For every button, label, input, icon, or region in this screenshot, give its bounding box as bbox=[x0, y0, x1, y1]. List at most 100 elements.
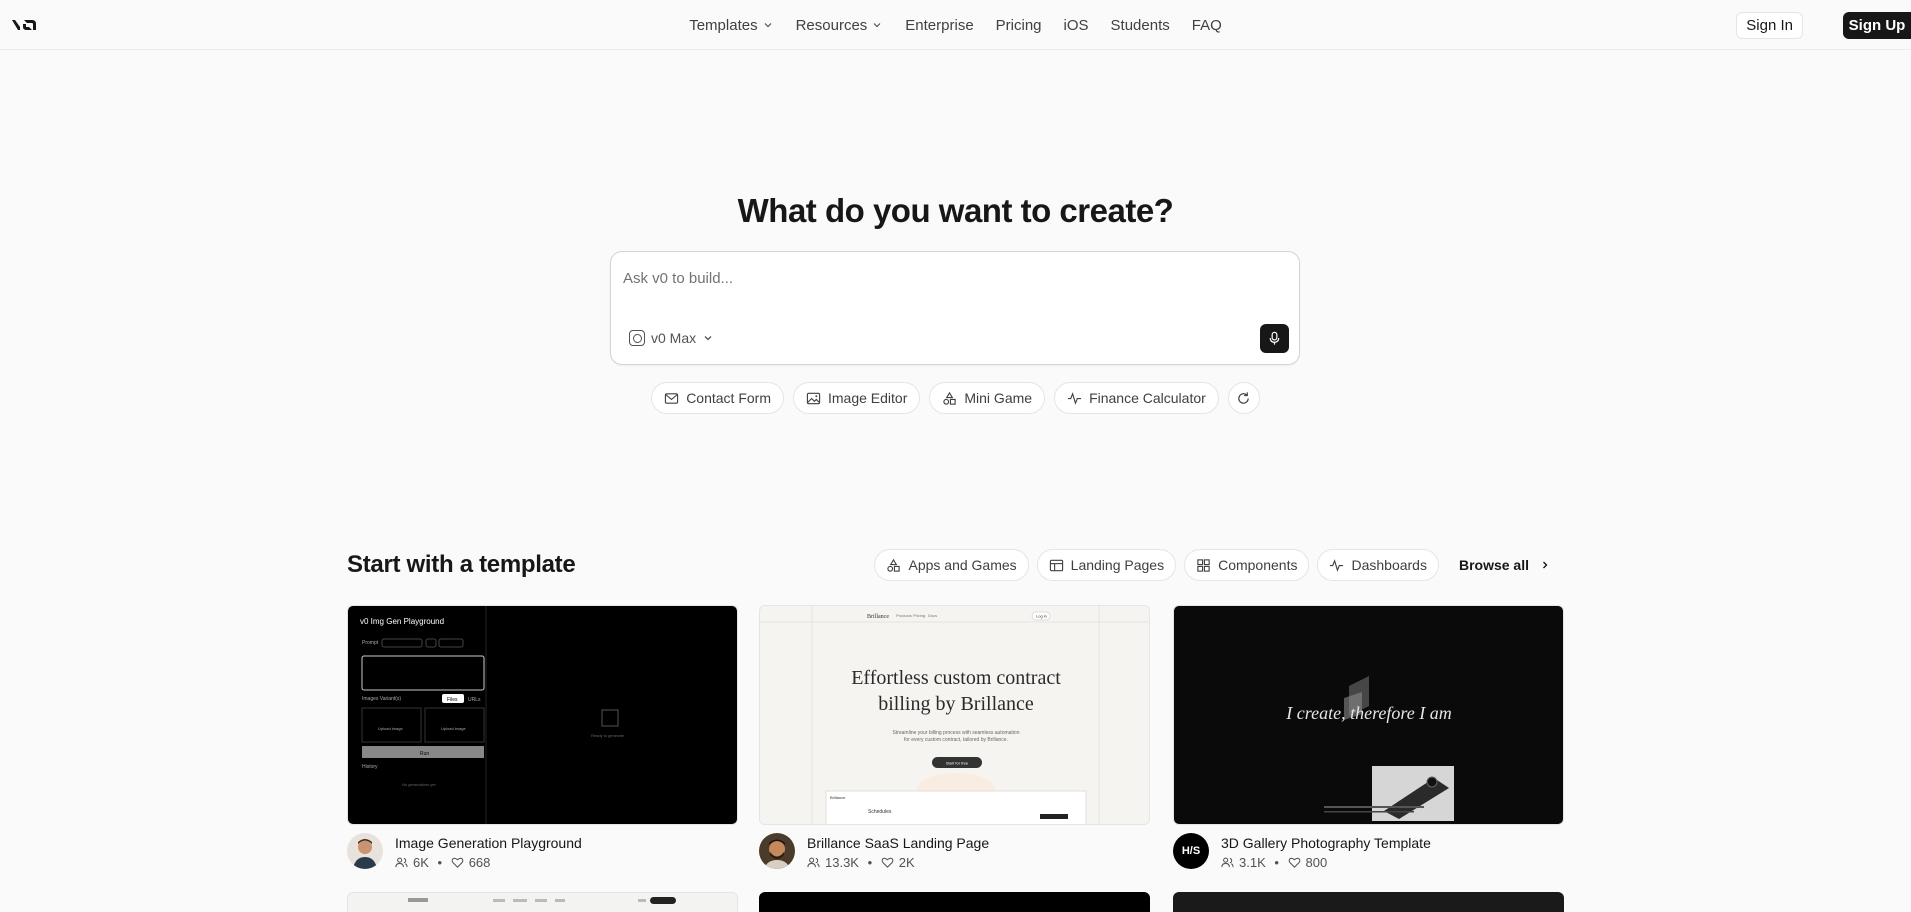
suggestion-image-editor[interactable]: Image Editor bbox=[793, 382, 921, 414]
nav-students[interactable]: Students bbox=[1100, 17, 1181, 34]
filter-landing-pages[interactable]: Landing Pages bbox=[1036, 549, 1177, 581]
nav-ios-label: iOS bbox=[1063, 16, 1089, 34]
template-card-partial[interactable] bbox=[347, 892, 738, 912]
nav-resources-label: Resources bbox=[795, 16, 868, 34]
model-icon bbox=[629, 330, 645, 346]
separator-dot: • bbox=[1270, 855, 1283, 870]
card-stats: 13.3K • 2K bbox=[807, 855, 915, 870]
image-gen-preview: v0 Img Gen Playground Prompt Images Vari… bbox=[360, 606, 625, 824]
heart-icon[interactable] bbox=[1288, 856, 1301, 869]
suggestion-label: Mini Game bbox=[964, 390, 1033, 406]
refresh-icon bbox=[1238, 391, 1250, 404]
template-card-partial[interactable] bbox=[759, 892, 1150, 912]
filter-components[interactable]: Components bbox=[1184, 549, 1310, 581]
partial-preview bbox=[408, 897, 676, 904]
nav-templates[interactable]: Templates bbox=[678, 17, 784, 34]
filter-label: Landing Pages bbox=[1070, 557, 1165, 573]
users-icon bbox=[1221, 857, 1234, 868]
grid-icon bbox=[1197, 558, 1210, 572]
template-filters: Apps and Games Landing Pages Components … bbox=[874, 549, 1563, 581]
model-selector[interactable]: v0 Max bbox=[629, 330, 714, 346]
separator-dot: • bbox=[863, 855, 876, 870]
refresh-suggestions-button[interactable] bbox=[1227, 382, 1260, 414]
preview-panel-brand: Brillance bbox=[830, 795, 846, 800]
users-count: 3.1K bbox=[1239, 855, 1266, 870]
users-count: 6K bbox=[413, 855, 429, 870]
filter-apps-and-games[interactable]: Apps and Games bbox=[874, 549, 1029, 581]
likes-count: 2K bbox=[898, 855, 915, 870]
filter-label: Components bbox=[1218, 557, 1298, 573]
suggestion-label: Image Editor bbox=[828, 390, 908, 406]
gallery-preview: I create, therefore I am bbox=[1285, 676, 1454, 821]
nav-enterprise[interactable]: Enterprise bbox=[894, 17, 984, 34]
sign-in-button[interactable]: Sign In bbox=[1736, 12, 1803, 39]
model-label: v0 Max bbox=[651, 330, 697, 346]
preview-ready-label: Ready to generate bbox=[591, 733, 625, 738]
likes-count: 668 bbox=[468, 855, 491, 870]
nav-enterprise-label: Enterprise bbox=[905, 16, 974, 34]
browse-all-label: Browse all bbox=[1458, 557, 1529, 573]
heart-icon[interactable] bbox=[881, 856, 894, 869]
top-header: Templates Resources Enterprise Pricing i… bbox=[0, 0, 1911, 50]
preview-panel-title: Schedules bbox=[868, 809, 892, 815]
browse-all-link[interactable]: Browse all bbox=[1447, 549, 1563, 581]
preview-subtext-1: Streamline your billing process with sea… bbox=[892, 730, 1019, 736]
preview-headline-1: Effortless custom contract bbox=[851, 667, 1061, 689]
card-title[interactable]: Image Generation Playground bbox=[395, 835, 582, 851]
chevron-down-icon bbox=[873, 23, 881, 28]
filter-label: Apps and Games bbox=[908, 557, 1017, 573]
avatar-text: H/S bbox=[1181, 845, 1201, 857]
suggestion-label: Contact Form bbox=[686, 390, 771, 406]
chevron-right-icon bbox=[1543, 561, 1548, 569]
preview-nav-docs: Docs bbox=[928, 613, 937, 618]
preview-nav-products: Products bbox=[896, 613, 912, 618]
card-title[interactable]: 3D Gallery Photography Template bbox=[1221, 835, 1431, 851]
microphone-button[interactable] bbox=[1260, 324, 1289, 353]
page-title: What do you want to create? bbox=[737, 192, 1174, 229]
template-thumbnail[interactable]: Brillance Products Pricing Docs Log in E… bbox=[759, 605, 1150, 825]
card-title[interactable]: Brillance SaaS Landing Page bbox=[807, 835, 989, 851]
preview-urls-label: URLs bbox=[468, 697, 481, 703]
preview-empty-label: No generations yet bbox=[402, 782, 436, 787]
template-card-brillance[interactable]: Brillance Products Pricing Docs Log in E… bbox=[759, 605, 1150, 881]
template-thumbnail[interactable]: v0 Img Gen Playground Prompt Images Vari… bbox=[347, 605, 738, 825]
filter-label: Dashboards bbox=[1351, 557, 1427, 573]
nav-faq[interactable]: FAQ bbox=[1181, 17, 1233, 34]
shapes-icon bbox=[943, 391, 957, 405]
nav-resources[interactable]: Resources bbox=[785, 17, 895, 34]
card-stats: 6K • 668 bbox=[395, 855, 490, 870]
sign-up-button[interactable]: Sign Up bbox=[1843, 12, 1911, 39]
card-meta: Brillance SaaS Landing Page 13.3K • 2K bbox=[759, 831, 1150, 881]
suggestion-finance-calculator[interactable]: Finance Calculator bbox=[1054, 382, 1219, 414]
preview-headline: I create, therefore I am bbox=[1285, 703, 1451, 723]
card-meta: H/S 3D Gallery Photography Template 3.1K… bbox=[1173, 831, 1564, 881]
preview-brand: Brillance bbox=[867, 614, 889, 620]
image-icon bbox=[806, 392, 821, 404]
brillance-preview: Brillance Products Pricing Docs Log in E… bbox=[760, 606, 1149, 824]
preview-cta: Start for free bbox=[946, 761, 969, 766]
activity-icon bbox=[1330, 558, 1344, 572]
prompt-input[interactable] bbox=[623, 266, 1223, 290]
nav-pricing[interactable]: Pricing bbox=[985, 17, 1053, 34]
preview-run-label: Run bbox=[420, 751, 429, 757]
template-thumbnail[interactable]: I create, therefore I am bbox=[1173, 605, 1564, 825]
mail-icon bbox=[665, 392, 679, 404]
suggestion-mini-game[interactable]: Mini Game bbox=[929, 382, 1046, 414]
nav-templates-label: Templates bbox=[689, 16, 758, 34]
shapes-icon bbox=[887, 558, 901, 572]
suggestion-contact-form[interactable]: Contact Form bbox=[651, 382, 784, 414]
nav-ios[interactable]: iOS bbox=[1053, 17, 1100, 34]
heart-icon[interactable] bbox=[451, 856, 464, 869]
filter-dashboards[interactable]: Dashboards bbox=[1317, 549, 1439, 581]
avatar bbox=[759, 833, 795, 869]
template-card-partial[interactable] bbox=[1173, 892, 1564, 912]
users-count: 13.3K bbox=[825, 855, 859, 870]
preview-subtext-2: for every custom contract, tailored by B… bbox=[904, 737, 1008, 743]
activity-icon bbox=[1068, 391, 1082, 405]
preview-files-label: Files bbox=[447, 697, 458, 703]
template-card-3d-gallery[interactable]: I create, therefore I am H/S 3D Gallery … bbox=[1173, 605, 1564, 881]
preview-app-title: v0 Img Gen Playground bbox=[360, 617, 444, 626]
main-nav: Templates Resources Enterprise Pricing i… bbox=[0, 0, 1911, 50]
separator-dot: • bbox=[433, 855, 446, 870]
template-card-image-generation[interactable]: v0 Img Gen Playground Prompt Images Vari… bbox=[347, 605, 738, 881]
